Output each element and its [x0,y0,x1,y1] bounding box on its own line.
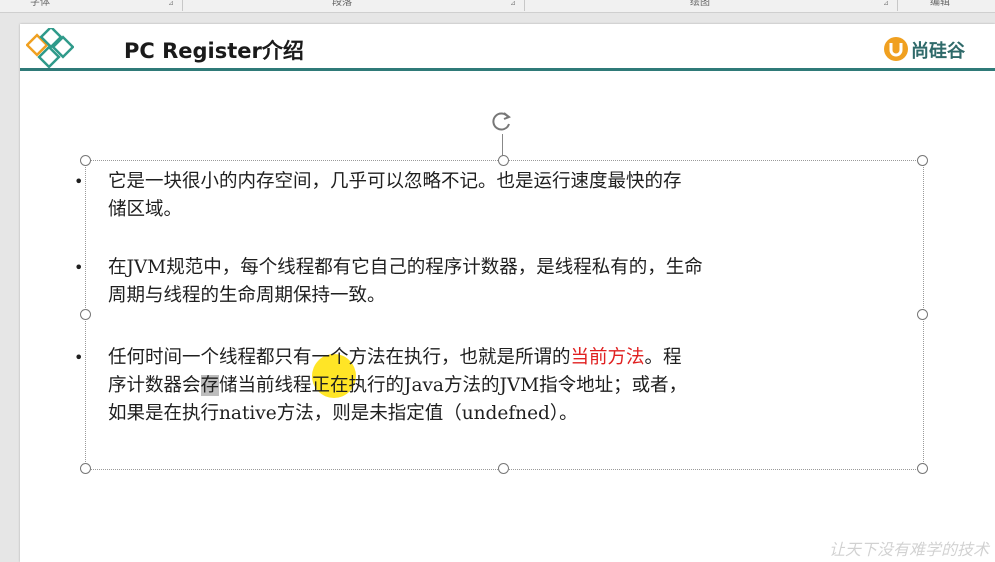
drawing-dialog-launcher-icon[interactable]: ⊿ [883,0,889,7]
ribbon-separator [182,0,183,11]
ribbon-strip: 字体 ⊿ 段落 ⊿ 绘图 ⊿ 编辑 [0,0,995,13]
resize-handle-bottom-right[interactable] [917,463,928,474]
slide-header: PC Register介绍 尚硅谷 [20,24,995,74]
ribbon-separator [897,0,898,11]
header-divider [20,68,995,71]
bullet-3-line-2: 序计数器会存储当前线程正在执行的Java方法的JVM指令地址；或者， [108,372,898,400]
current-method-highlight: 当前方法 [570,347,645,368]
paragraph-dialog-launcher-icon[interactable]: ⊿ [510,0,516,7]
resize-handle-right[interactable] [917,309,928,320]
watermark-text: 让天下没有难学的技术 [828,540,989,559]
resize-handle-bottom-left[interactable] [80,463,91,474]
bullet-2-line-1: 在JVM规范中，每个线程都有它自己的程序计数器，是线程私有的，生命 [108,257,703,278]
slide-title[interactable]: PC Register介绍 [124,35,304,65]
bullet-1-line-1: 它是一块很小的内存空间，几乎可以忽略不记。也是运行速度最快的存 [108,171,682,192]
font-dialog-launcher-icon[interactable]: ⊿ [168,0,174,7]
ribbon-group-editing[interactable]: 编辑 [930,0,950,8]
resize-handle-top-left[interactable] [80,155,91,166]
bullet-1-line-2: 储区域。 [108,199,183,220]
rotate-handle-icon[interactable] [490,109,514,133]
brand-logo: 尚硅谷 [883,36,987,62]
text-selection[interactable]: 存 [200,375,220,396]
bullet-3-line-1: 任何时间一个线程都只有一个方法在执行，也就是所谓的当前方法。程 [108,344,898,372]
brand-name: 尚硅谷 [911,41,965,62]
ribbon-group-drawing[interactable]: 绘图 [690,0,710,8]
ribbon-separator [524,0,525,11]
bullet-3-line-3: 如果是在执行native方法，则是未指定值（undefned）。 [108,403,578,424]
slide-canvas[interactable]: PC Register介绍 尚硅谷 • 它是一块很小的内存空间，几乎可以忽略不记… [20,24,995,562]
bullet-dot-icon: • [74,172,84,191]
bullet-3-line-2-b: 储当前线程正在执行的Java方法的JVM指令地址；或者， [219,375,688,396]
bullet-dot-icon: • [74,348,84,367]
brand-u-icon [884,37,908,61]
resize-handle-top[interactable] [498,155,509,166]
bullet-3-text-b: 。程 [644,347,682,368]
bullet-3-text-a: 任何时间一个线程都只有一个方法在执行，也就是所谓的 [108,347,571,368]
ribbon-group-font[interactable]: 字体 [30,0,50,8]
bullet-2-line-2: 周期与线程的生命周期保持一致。 [108,285,386,306]
resize-handle-left[interactable] [80,309,91,320]
diamonds-logo-icon [26,28,74,69]
ribbon-group-paragraph[interactable]: 段落 [332,0,352,8]
bullet-dot-icon: • [74,258,84,277]
resize-handle-bottom[interactable] [498,463,509,474]
resize-handle-top-right[interactable] [917,155,928,166]
bullet-3-line-2-a: 序计数器会 [108,375,201,396]
